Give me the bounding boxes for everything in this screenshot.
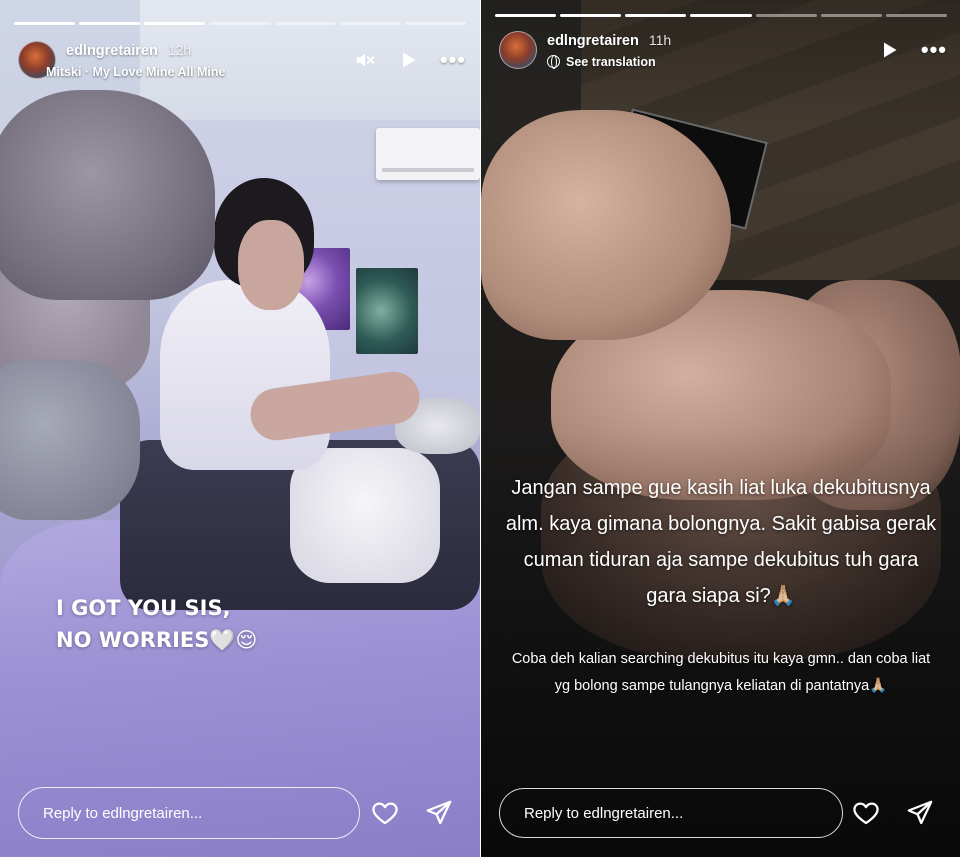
reply-bar: Reply to edlngretairen...	[499, 787, 943, 839]
progress-segment	[14, 22, 76, 25]
progress-segment	[820, 14, 882, 17]
story-header: edlngretairen 12h Mitski · My Love Mine …	[18, 40, 466, 80]
progress-segment	[885, 14, 947, 17]
story-photo-hands	[481, 0, 960, 857]
progress-segment	[495, 14, 557, 17]
story-caption-sub: Coba deh kalian searching dekubitus itu …	[511, 651, 931, 694]
progress-segment	[625, 14, 687, 17]
sticker-line-2: NO WORRIES🤍😌	[56, 628, 258, 652]
progress-segment	[339, 22, 401, 25]
time-ago: 11h	[648, 31, 672, 48]
story-photo-bedroom	[0, 0, 480, 857]
progress-segment	[690, 14, 752, 17]
progress-segment	[755, 14, 817, 17]
progress-segment	[404, 22, 466, 25]
avatar[interactable]	[499, 31, 537, 69]
see-translation-link[interactable]: See translation	[547, 55, 671, 69]
story-left[interactable]: edlngretairen 12h Mitski · My Love Mine …	[0, 0, 480, 857]
send-icon[interactable]	[905, 798, 935, 828]
progress-segment	[274, 22, 336, 25]
reply-placeholder: Reply to edlngretairen...	[524, 804, 684, 822]
air-conditioner	[376, 128, 480, 180]
play-icon[interactable]	[879, 40, 899, 60]
speaker-muted-icon[interactable]	[354, 49, 376, 71]
reply-bar: Reply to edlngretairen...	[18, 787, 462, 839]
send-icon[interactable]	[424, 798, 454, 828]
wall-painting-green	[356, 268, 418, 354]
reply-placeholder: Reply to edlngretairen...	[43, 804, 203, 822]
username[interactable]: edlngretairen	[66, 43, 158, 59]
globe-icon	[547, 55, 560, 69]
see-translation-label: See translation	[566, 54, 656, 69]
music-info[interactable]: Mitski · My Love Mine All Mine	[46, 65, 225, 79]
more-options-icon[interactable]: •••	[921, 39, 947, 61]
reply-input[interactable]: Reply to edlngretairen...	[18, 787, 360, 839]
story-right[interactable]: edlngretairen 11h See translation ••• Ja…	[481, 0, 960, 857]
story-caption-main: Jangan sampe gue kasih liat luka dekubit…	[505, 477, 937, 607]
time-ago: 12h	[167, 41, 192, 58]
progress-segment	[209, 22, 271, 25]
play-icon[interactable]	[398, 50, 418, 70]
progress-segment	[560, 14, 622, 17]
username[interactable]: edlngretairen	[547, 33, 639, 49]
heart-icon[interactable]	[851, 798, 881, 828]
story-progress-bar	[14, 22, 466, 25]
reply-actions	[370, 798, 462, 828]
story-meta: edlngretairen 11h See translation	[547, 32, 671, 69]
more-options-icon[interactable]: •••	[440, 49, 466, 71]
reply-actions	[851, 798, 943, 828]
progress-segment	[79, 22, 141, 25]
sticker-line-1: I GOT YOU SIS,	[56, 596, 231, 620]
story-sticker-text: I GOT YOU SIS, NO WORRIES🤍😌	[56, 592, 257, 656]
music-label: Mitski · My Love Mine All Mine	[46, 64, 226, 79]
heart-icon[interactable]	[370, 798, 400, 828]
story-progress-bar	[495, 14, 947, 17]
story-controls: •••	[354, 49, 466, 71]
story-controls: •••	[879, 39, 947, 61]
progress-segment	[144, 22, 206, 25]
reply-input[interactable]: Reply to edlngretairen...	[499, 788, 843, 838]
story-meta: edlngretairen 12h Mitski · My Love Mine …	[46, 41, 225, 79]
story-header: edlngretairen 11h See translation •••	[499, 30, 947, 70]
